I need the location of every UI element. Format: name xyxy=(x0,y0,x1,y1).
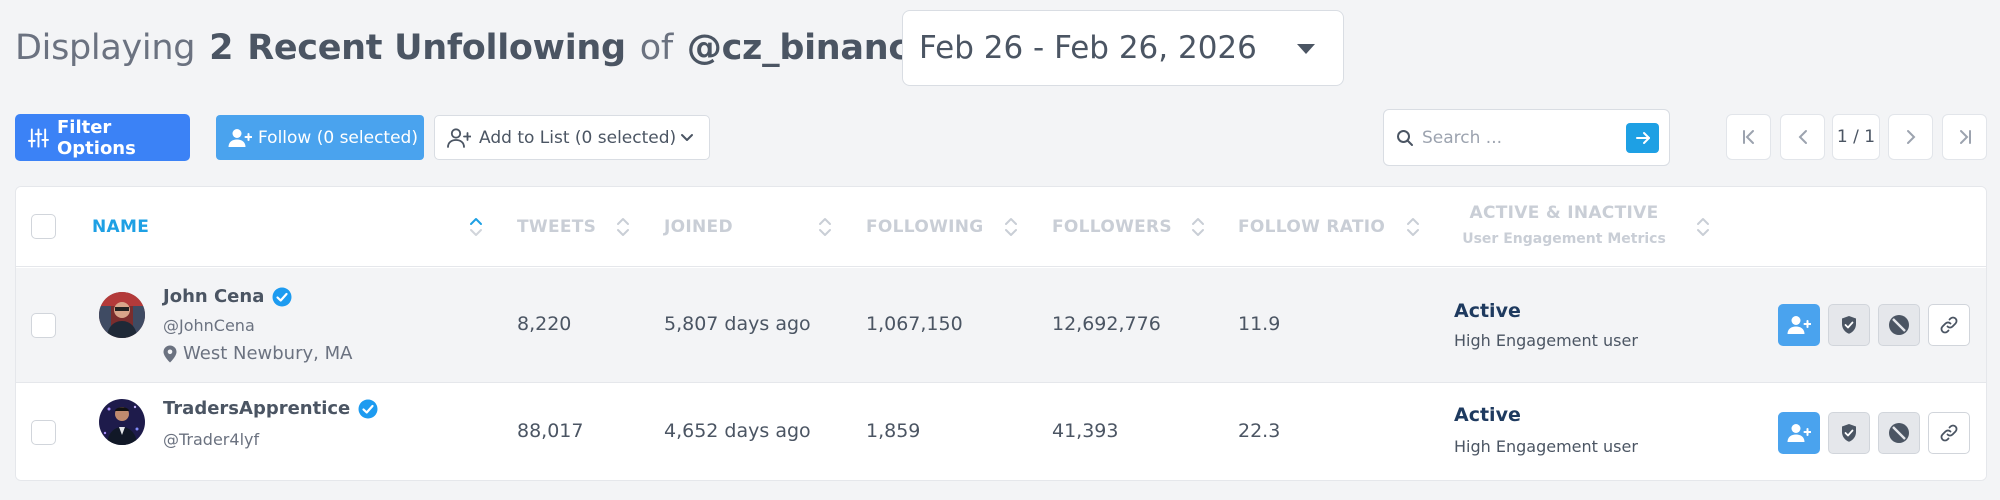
profile-link-button[interactable] xyxy=(1928,412,1970,454)
user-plus-outline-icon xyxy=(447,127,471,148)
user-handle: @Trader4lyf xyxy=(163,430,260,449)
row-checkbox[interactable] xyxy=(31,313,56,338)
select-all-checkbox[interactable] xyxy=(31,214,56,239)
user-name-label: TradersApprentice xyxy=(163,398,351,419)
page-indicator: 1 / 1 xyxy=(1832,114,1880,160)
prev-page-button[interactable] xyxy=(1780,114,1825,160)
chevron-last-icon xyxy=(1959,130,1971,144)
avatar[interactable] xyxy=(99,292,145,338)
result-count: 2 xyxy=(209,28,234,68)
block-icon xyxy=(1889,423,1909,443)
link-icon xyxy=(1940,424,1958,442)
block-user-button[interactable] xyxy=(1878,304,1920,346)
user-name[interactable]: TradersApprentice xyxy=(163,398,378,419)
joined-value: 4,652 days ago xyxy=(664,420,811,442)
whitelist-button[interactable] xyxy=(1828,304,1870,346)
column-following[interactable]: FOLLOWING xyxy=(866,187,984,267)
column-name[interactable]: NAME xyxy=(92,187,149,267)
verified-badge-icon xyxy=(272,287,292,306)
column-activity-label: ACTIVE & INACTIVE xyxy=(1469,203,1659,223)
profile-link-button[interactable] xyxy=(1928,304,1970,346)
user-plus-icon xyxy=(1787,424,1811,442)
follow-selected-label: Follow (0 selected) xyxy=(258,127,418,148)
sort-asc-icon[interactable] xyxy=(469,215,483,239)
sliders-icon xyxy=(28,127,49,148)
user-plus-icon xyxy=(228,128,252,147)
column-tweets[interactable]: TWEETS xyxy=(517,187,596,267)
search-icon xyxy=(1397,129,1413,146)
followers-count: 12,692,776 xyxy=(1052,313,1161,335)
user-location: West Newbury, MA xyxy=(163,343,352,364)
last-page-button[interactable] xyxy=(1942,114,1987,160)
engagement-label: High Engagement user xyxy=(1454,437,1638,456)
chevron-right-icon xyxy=(1906,130,1915,144)
heading-of: of xyxy=(639,28,673,68)
sort-icon[interactable] xyxy=(818,215,832,239)
follow-ratio: 11.9 xyxy=(1238,313,1281,335)
unfollowing-table: NAME TWEETS JOINED FOLLOWING FOLLOWERS F… xyxy=(15,186,1987,481)
first-page-button[interactable] xyxy=(1726,114,1771,160)
chevron-first-icon xyxy=(1742,130,1754,144)
chevron-down-icon xyxy=(681,134,693,141)
whitelist-button[interactable] xyxy=(1828,412,1870,454)
user-name[interactable]: John Cena xyxy=(163,286,292,307)
sort-icon[interactable] xyxy=(1004,215,1018,239)
user-name-label: John Cena xyxy=(163,286,265,307)
table-row: John Cena @JohnCena West Newbury, MA 8,2… xyxy=(16,268,1986,383)
follow-selected-button[interactable]: Follow (0 selected) xyxy=(216,115,424,160)
shield-check-icon xyxy=(1842,316,1856,334)
sort-icon[interactable] xyxy=(1406,215,1420,239)
link-icon xyxy=(1940,316,1958,334)
date-range-value: Feb 26 - Feb 26, 2026 xyxy=(919,30,1257,66)
filter-options-label: Filter Options xyxy=(56,116,136,159)
activity-status: Active xyxy=(1454,404,1521,426)
filter-options-button[interactable]: Filter Options xyxy=(15,114,190,161)
page-heading: Displaying 2 Recent Unfollowing of @cz_b… xyxy=(15,10,981,86)
report-type: Recent Unfollowing xyxy=(247,28,626,68)
avatar[interactable] xyxy=(99,399,145,445)
shield-check-icon xyxy=(1842,424,1856,442)
search-box xyxy=(1383,109,1670,166)
joined-value: 5,807 days ago xyxy=(664,313,811,335)
tweets-count: 88,017 xyxy=(517,420,584,442)
follow-ratio: 22.3 xyxy=(1238,420,1281,442)
arrow-right-icon xyxy=(1635,132,1650,144)
following-count: 1,859 xyxy=(866,420,921,442)
follow-user-button[interactable] xyxy=(1778,412,1820,454)
user-plus-icon xyxy=(1787,316,1811,334)
heading-prefix: Displaying xyxy=(15,28,196,68)
sort-icon[interactable] xyxy=(1191,215,1205,239)
add-to-list-label: Add to List (0 selected) xyxy=(479,127,677,148)
search-submit-button[interactable] xyxy=(1626,123,1659,153)
date-range-select[interactable]: Feb 26 - Feb 26, 2026 xyxy=(902,10,1344,86)
table-header: NAME TWEETS JOINED FOLLOWING FOLLOWERS F… xyxy=(16,187,1986,267)
column-joined[interactable]: JOINED xyxy=(664,187,733,267)
column-activity[interactable]: ACTIVE & INACTIVE User Engagement Metric… xyxy=(1454,203,1674,247)
account-handle: @cz_binance xyxy=(686,28,933,68)
tweets-count: 8,220 xyxy=(517,313,572,335)
search-input[interactable] xyxy=(1422,127,1642,148)
table-row: TradersApprentice @Trader4lyf 88,017 4,6… xyxy=(16,384,1986,480)
column-followers[interactable]: FOLLOWERS xyxy=(1052,187,1172,267)
activity-status: Active xyxy=(1454,300,1521,322)
map-pin-icon xyxy=(163,345,177,362)
column-follow-ratio[interactable]: FOLLOW RATIO xyxy=(1238,187,1385,267)
verified-badge-icon xyxy=(358,399,378,418)
follow-user-button[interactable] xyxy=(1778,304,1820,346)
sort-icon[interactable] xyxy=(1696,215,1710,239)
caret-down-icon xyxy=(1297,44,1315,54)
sort-icon[interactable] xyxy=(616,215,630,239)
row-checkbox[interactable] xyxy=(31,420,56,445)
chevron-left-icon xyxy=(1798,130,1807,144)
next-page-button[interactable] xyxy=(1888,114,1933,160)
engagement-label: High Engagement user xyxy=(1454,331,1638,350)
user-handle: @JohnCena xyxy=(163,316,255,335)
following-count: 1,067,150 xyxy=(866,313,963,335)
followers-count: 41,393 xyxy=(1052,420,1119,442)
block-icon xyxy=(1889,315,1909,335)
user-location-label: West Newbury, MA xyxy=(183,343,353,364)
add-to-list-button[interactable]: Add to List (0 selected) xyxy=(434,115,710,160)
block-user-button[interactable] xyxy=(1878,412,1920,454)
column-activity-sublabel: User Engagement Metrics xyxy=(1462,231,1666,247)
